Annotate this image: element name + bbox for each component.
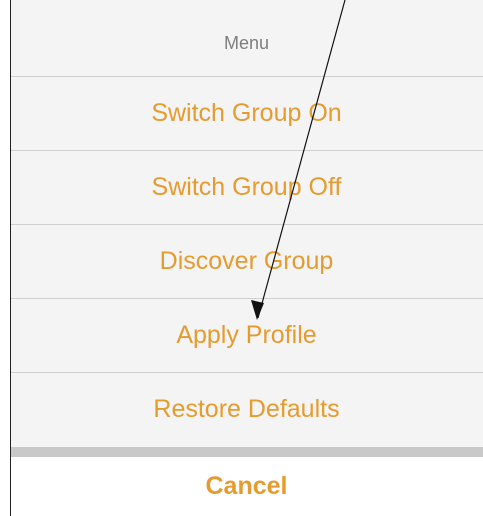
sheet-title: Menu [10, 0, 483, 77]
group-separator [10, 447, 483, 457]
switch-group-off-button[interactable]: Switch Group Off [10, 151, 483, 225]
switch-group-on-button[interactable]: Switch Group On [10, 77, 483, 151]
action-sheet: Menu Switch Group On Switch Group Off Di… [10, 0, 483, 447]
discover-group-button[interactable]: Discover Group [10, 225, 483, 299]
restore-defaults-button[interactable]: Restore Defaults [10, 373, 483, 446]
cancel-button[interactable]: Cancel [10, 457, 483, 516]
left-edge-line [10, 0, 11, 516]
apply-profile-button[interactable]: Apply Profile [10, 299, 483, 373]
screen: Menu Switch Group On Switch Group Off Di… [0, 0, 483, 516]
